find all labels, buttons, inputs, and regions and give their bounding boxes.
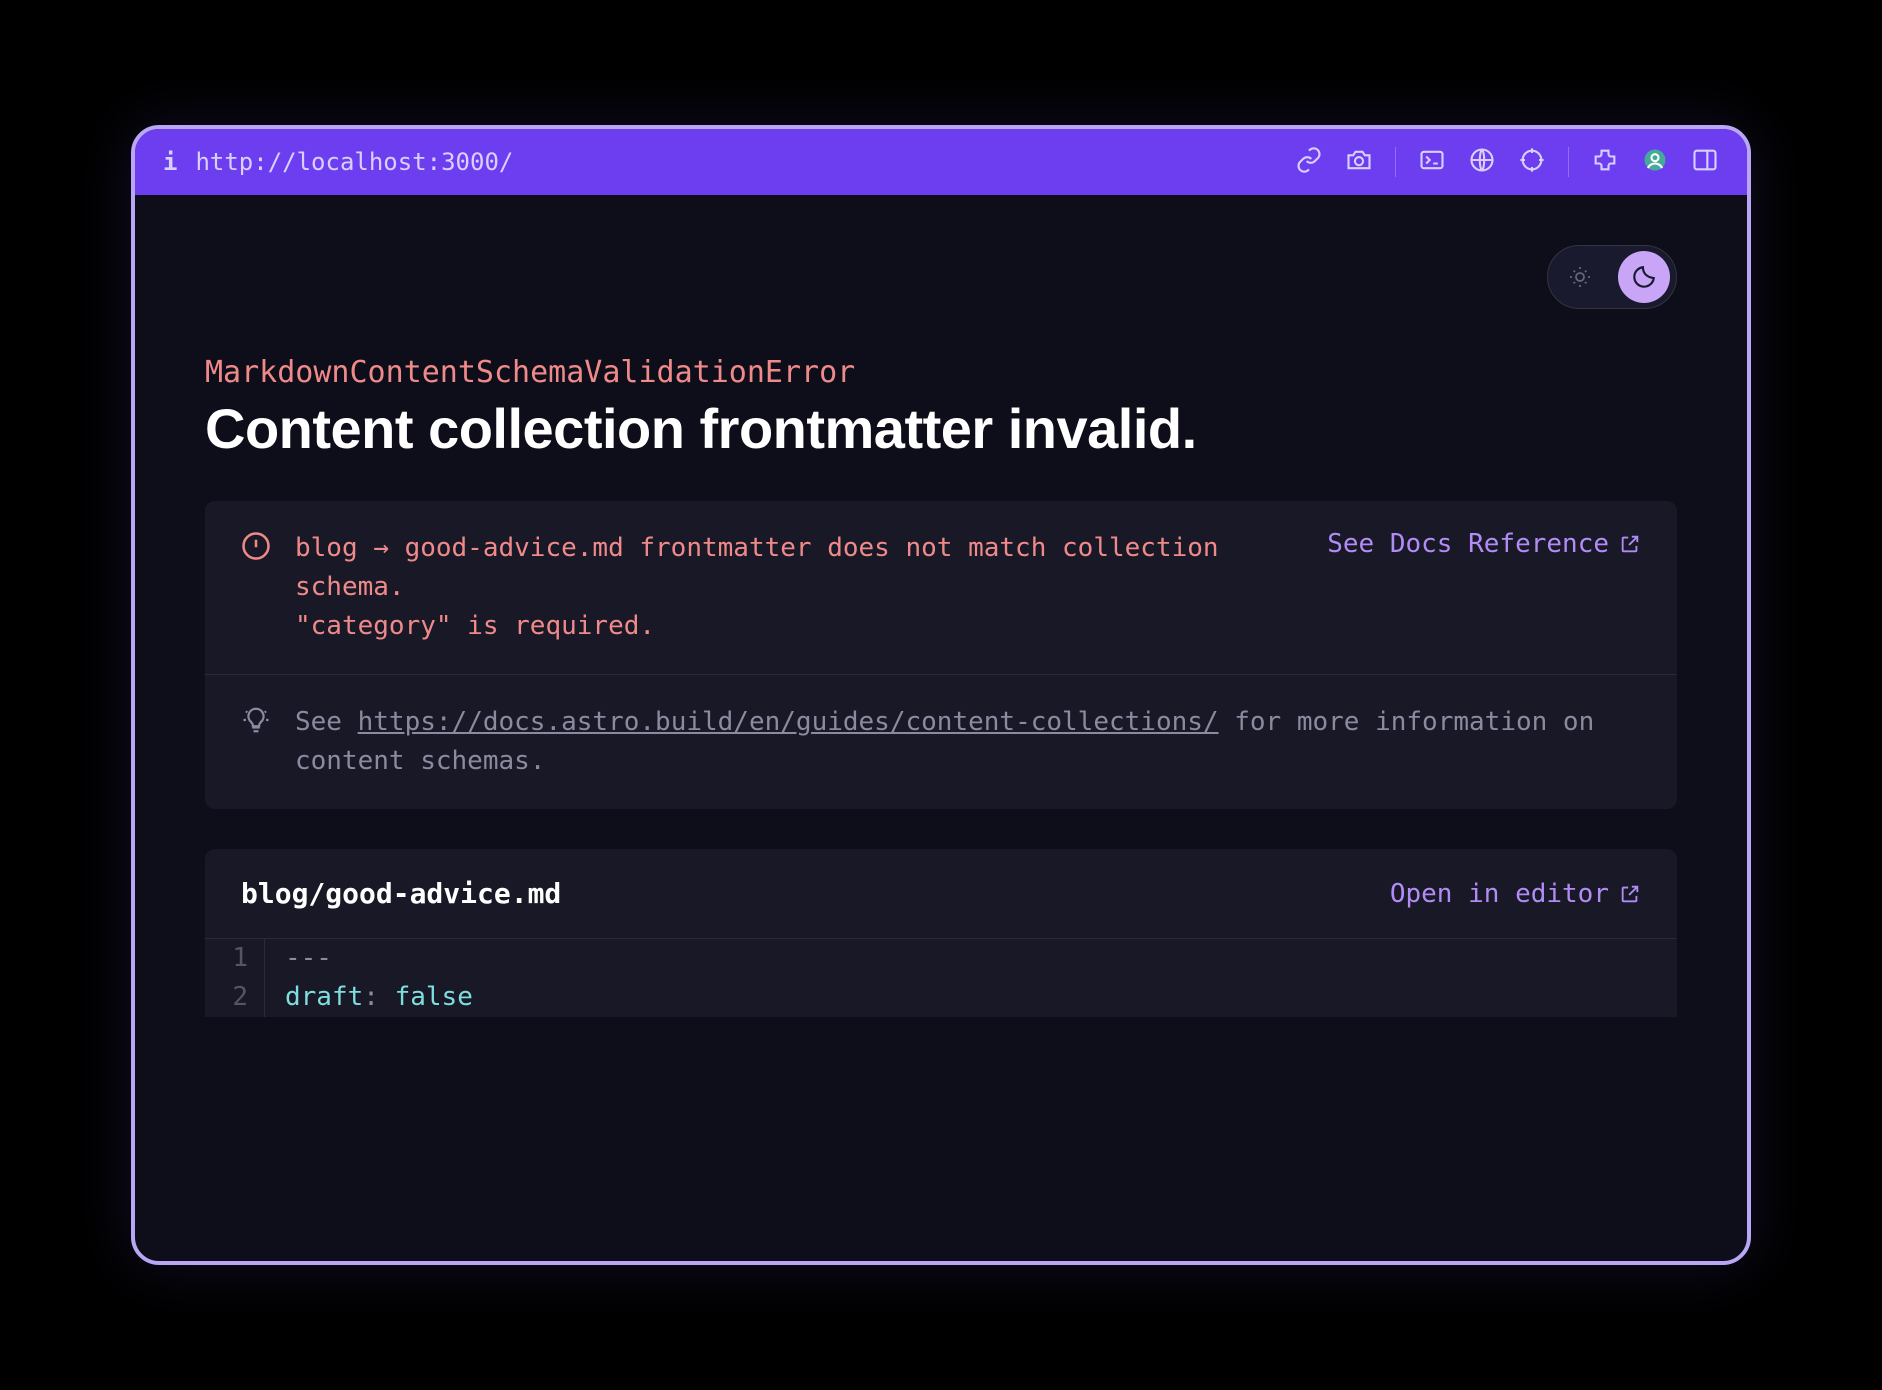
code-token: --- — [285, 943, 332, 973]
target-icon[interactable] — [1518, 146, 1546, 179]
browser-window: i http://localhost:3000/ MarkdownContent… — [131, 125, 1751, 1265]
info-icon[interactable]: i — [163, 148, 177, 176]
error-message-row: blog → good-advice.md frontmatter does n… — [205, 501, 1677, 674]
hint-text: See https://docs.astro.build/en/guides/c… — [295, 703, 1641, 781]
file-header: blog/good-advice.md Open in editor — [205, 849, 1677, 938]
globe-icon[interactable] — [1468, 146, 1496, 179]
line-number: 2 — [205, 978, 265, 1017]
moon-icon — [1618, 251, 1670, 303]
line-number: 1 — [205, 939, 265, 978]
error-panel: blog → good-advice.md frontmatter does n… — [205, 501, 1677, 809]
open-editor-label: Open in editor — [1390, 879, 1609, 909]
docs-link-label: See Docs Reference — [1327, 529, 1609, 559]
docs-reference-link[interactable]: See Docs Reference — [1327, 529, 1641, 559]
extension-icon[interactable] — [1591, 146, 1619, 179]
hint-row: See https://docs.astro.build/en/guides/c… — [205, 674, 1677, 809]
file-path: blog/good-advice.md — [241, 877, 561, 910]
link-icon[interactable] — [1295, 146, 1323, 179]
code-block: 1 --- 2 draft: false — [205, 938, 1677, 1017]
error-title: Content collection frontmatter invalid. — [205, 396, 1677, 461]
browser-titlebar: i http://localhost:3000/ — [135, 129, 1747, 195]
camera-icon[interactable] — [1345, 146, 1373, 179]
alert-icon — [241, 531, 271, 561]
lightbulb-icon — [241, 705, 271, 735]
hint-url-link[interactable]: https://docs.astro.build/en/guides/conte… — [358, 707, 1219, 737]
file-panel: blog/good-advice.md Open in editor 1 ---… — [205, 849, 1677, 1017]
toolbar-separator — [1568, 147, 1569, 177]
toolbar-icons — [1295, 146, 1719, 179]
code-token: false — [395, 982, 473, 1012]
sun-icon — [1554, 251, 1606, 303]
code-token: draft — [285, 982, 363, 1012]
terminal-icon[interactable] — [1418, 146, 1446, 179]
error-message: blog → good-advice.md frontmatter does n… — [295, 529, 1303, 646]
page-content: MarkdownContentSchemaValidationError Con… — [135, 195, 1747, 1261]
error-type: MarkdownContentSchemaValidationError — [205, 355, 1677, 390]
toolbar-separator — [1395, 147, 1396, 177]
theme-toggle[interactable] — [1547, 245, 1677, 309]
url-bar[interactable]: http://localhost:3000/ — [195, 148, 1277, 176]
code-line: 2 draft: false — [205, 978, 1677, 1017]
external-link-icon — [1619, 883, 1641, 905]
open-in-editor-link[interactable]: Open in editor — [1390, 879, 1641, 909]
external-link-icon — [1619, 533, 1641, 555]
code-line: 1 --- — [205, 939, 1677, 978]
hint-prefix: See — [295, 707, 358, 737]
sidebar-icon[interactable] — [1691, 146, 1719, 179]
profile-icon[interactable] — [1641, 146, 1669, 179]
